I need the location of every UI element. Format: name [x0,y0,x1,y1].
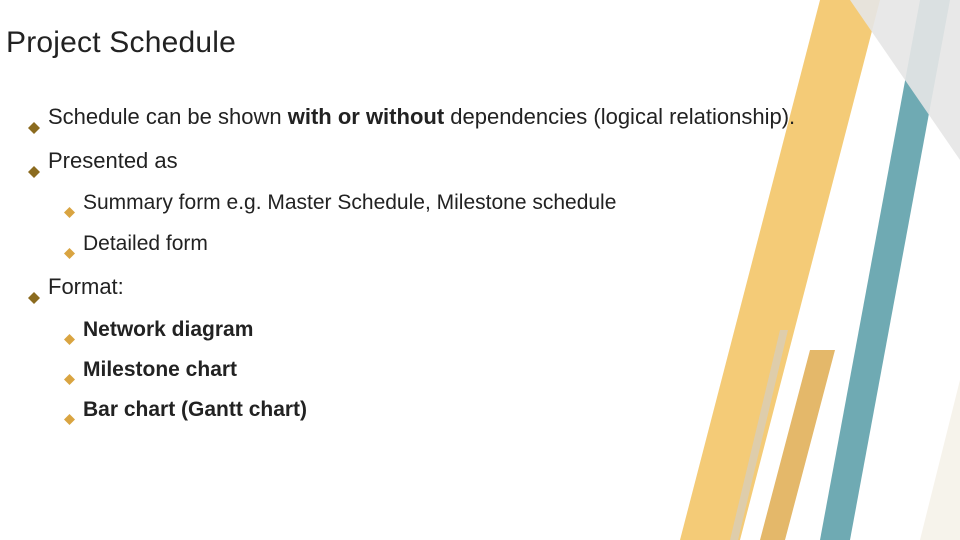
slide-title: Project Schedule [6,26,236,60]
bullet-text: Bar chart (Gantt chart) [83,396,307,424]
bullet-text: Schedule can be shown with or without de… [48,102,795,132]
bullet-text: Presented as [48,146,178,176]
bullet-text: Milestone chart [83,356,237,384]
bullet-level2: Summary form e.g. Master Schedule, Miles… [64,189,840,217]
slide: Project Schedule Schedule can be shown w… [0,0,960,540]
diamond-bullet-icon [64,325,75,336]
bullet-text: Format: [48,272,124,302]
bullet-level2: Network diagram [64,316,840,344]
bullet-text: Network diagram [83,316,253,344]
diamond-bullet-icon [28,282,40,294]
bullet-level2: Milestone chart [64,356,840,384]
text-run: Schedule can be shown [48,104,288,129]
bullet-level1: Presented as [28,146,840,176]
bullet-text: Summary form e.g. Master Schedule, Miles… [83,189,616,217]
diamond-bullet-icon [28,156,40,168]
text-run-bold: with or without [288,104,444,129]
diamond-bullet-icon [64,198,75,209]
bullet-level2: Detailed form [64,230,840,258]
bullet-level2: Bar chart (Gantt chart) [64,396,840,424]
diamond-bullet-icon [64,365,75,376]
diamond-bullet-icon [64,405,75,416]
bullet-level1: Schedule can be shown with or without de… [28,102,840,132]
bullet-text: Detailed form [83,230,208,258]
bullet-level1: Format: [28,272,840,302]
text-run: dependencies (logical relationship). [444,104,795,129]
diamond-bullet-icon [64,239,75,250]
slide-body: Schedule can be shown with or without de… [28,102,840,437]
diamond-bullet-icon [28,112,40,124]
